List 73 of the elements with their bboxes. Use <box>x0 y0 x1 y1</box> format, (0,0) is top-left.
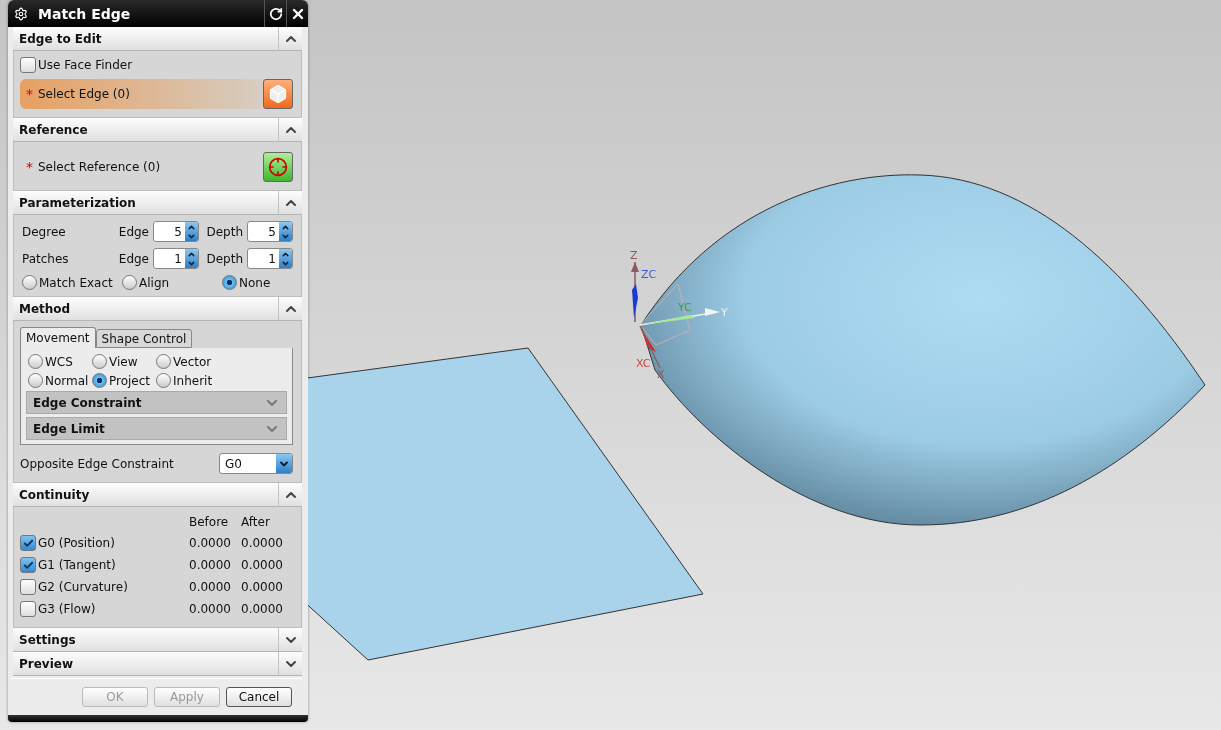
checkbox-label: G3 (Flow) <box>38 602 96 616</box>
field-label: Depth <box>205 224 243 239</box>
section-header[interactable]: Edge to Edit <box>13 27 302 51</box>
table-cell-text: 0.0000 <box>241 602 284 616</box>
cube-icon <box>268 84 288 104</box>
radio-option[interactable]: View <box>92 354 156 369</box>
tab[interactable]: Shape Control <box>95 329 193 348</box>
section-header[interactable]: Reference <box>13 118 302 142</box>
cancel-button[interactable]: Cancel <box>226 687 292 707</box>
cube-button[interactable] <box>263 79 293 109</box>
checkbox-label: G0 (Position) <box>38 536 115 550</box>
table-cell-text: 0.0000 <box>189 602 232 616</box>
dropdown[interactable]: G0 <box>219 453 293 474</box>
checkbox-label: G1 (Tangent) <box>38 558 116 572</box>
table-cell-text: 0.0000 <box>241 558 284 572</box>
check-icon <box>22 559 34 571</box>
table-cell-text: 0.0000 <box>241 580 284 594</box>
field-label: Depth <box>205 251 243 266</box>
axis-label: Y <box>721 306 728 319</box>
tab[interactable]: Movement <box>20 327 96 348</box>
axis-label: XC <box>636 357 651 370</box>
subsection-header[interactable]: Edge Limit <box>26 417 287 440</box>
checkbox[interactable] <box>20 57 36 73</box>
section-header[interactable]: Method <box>13 297 302 321</box>
axis-label: ZC <box>641 268 657 281</box>
spinner-field[interactable]: 5 <box>153 221 199 242</box>
radio-option[interactable]: Match Exact <box>22 275 122 290</box>
axis-label: YC <box>678 301 692 314</box>
crosshair-icon <box>268 157 288 177</box>
checkbox-label: Use Face Finder <box>38 58 133 72</box>
section-header[interactable]: Parameterization <box>13 191 302 215</box>
row-label: Degree <box>22 224 67 239</box>
spinner-field[interactable]: 1 <box>153 248 199 269</box>
selection-label: Select Reference (0) <box>38 160 162 174</box>
active-selection-bar[interactable]: * Select Edge (0) <box>20 79 293 109</box>
required-asterisk: * <box>26 159 33 175</box>
radio-option[interactable]: Vector <box>156 354 236 369</box>
section-header[interactable]: Settings <box>13 628 302 652</box>
section-header[interactable]: Continuity <box>13 483 302 507</box>
axis-label: X <box>657 368 665 381</box>
table-cell-text: 0.0000 <box>241 536 284 550</box>
crosshair-button[interactable] <box>263 152 293 182</box>
radio-option[interactable]: Project <box>92 373 156 388</box>
check-icon <box>22 537 34 549</box>
dropdown-label: Opposite Edge Constraint <box>20 456 175 471</box>
radio-option[interactable]: Align <box>122 275 222 290</box>
spinner-field[interactable]: 1 <box>247 248 293 269</box>
column-header: Before <box>189 515 230 529</box>
table-cell-text: 0.0000 <box>189 558 232 572</box>
checkbox[interactable] <box>20 535 36 551</box>
checkbox[interactable] <box>20 579 36 595</box>
field-label: Edge <box>117 251 149 266</box>
column-header: After <box>241 515 271 529</box>
reset-icon <box>268 6 283 21</box>
subsection-header[interactable]: Edge Constraint <box>26 391 287 414</box>
settings-icon[interactable] <box>14 6 28 21</box>
radio-option[interactable]: Inherit <box>156 373 236 388</box>
spinner-field[interactable]: 5 <box>247 221 293 242</box>
radio-option[interactable]: None <box>222 275 271 290</box>
checkbox-label: G2 (Curvature) <box>38 580 128 594</box>
table-cell-text: 0.0000 <box>189 580 232 594</box>
section-header[interactable]: Preview <box>13 652 302 676</box>
field-label: Edge <box>117 224 149 239</box>
row-label: Patches <box>22 251 70 266</box>
table-cell-text: 0.0000 <box>189 536 232 550</box>
required-asterisk: * <box>26 86 33 102</box>
checkbox[interactable] <box>20 557 36 573</box>
radio-option[interactable]: Normal <box>28 373 92 388</box>
dialog-title: Match Edge <box>37 5 132 22</box>
checkbox[interactable] <box>20 601 36 617</box>
radio-option[interactable]: WCS <box>28 354 92 369</box>
selection-label: Select Edge (0) <box>38 87 131 101</box>
axis-label: Z <box>630 249 638 262</box>
